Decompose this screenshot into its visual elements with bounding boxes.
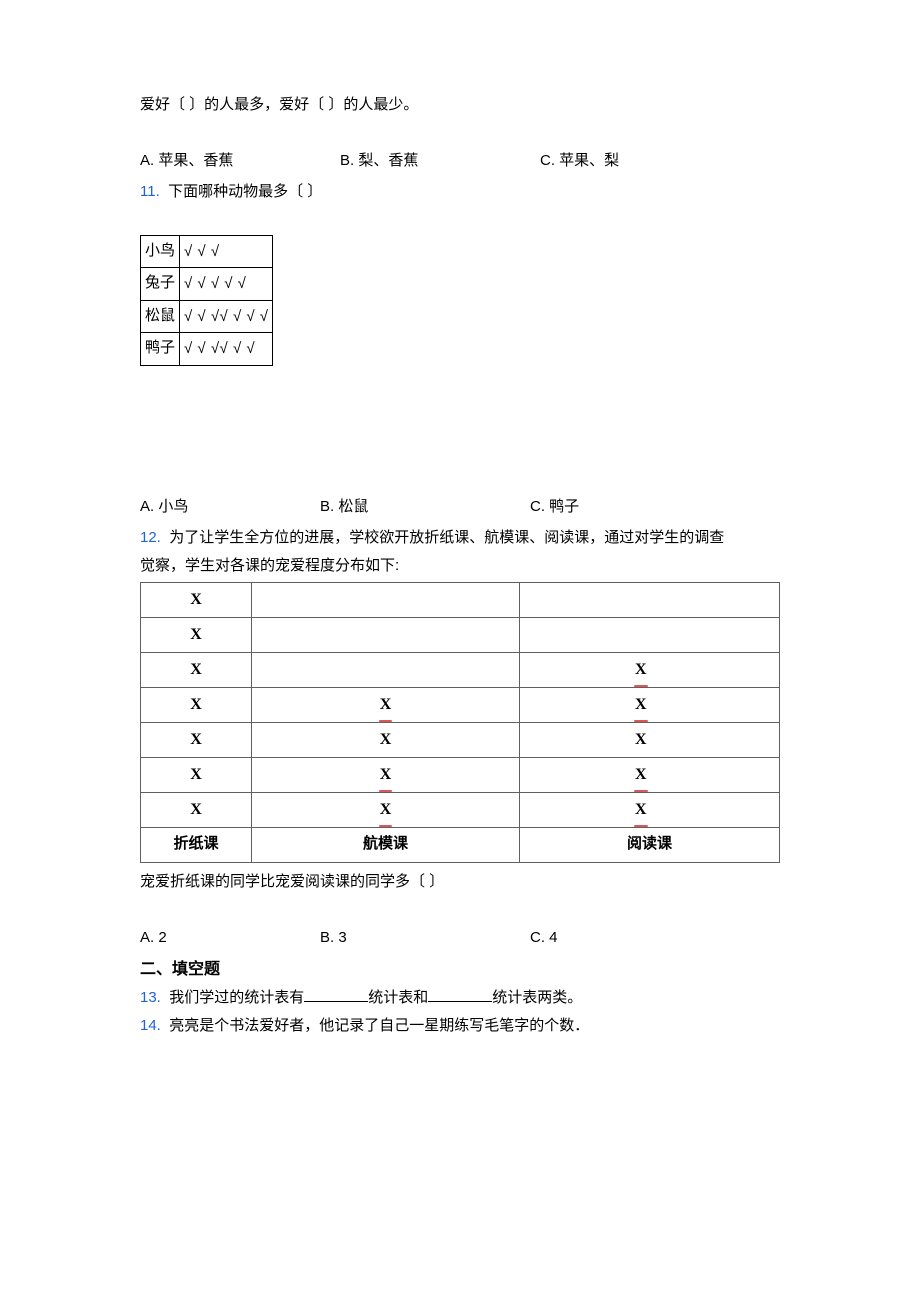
q11-table: 小鸟 √ √ √ 兔子 √ √ √ √ √ 松鼠 √ √ √√ √ √ √ 鸭子… [140,235,780,366]
table-row: X [141,618,780,653]
blank-input[interactable] [304,987,368,1002]
x-mark: X [190,696,202,713]
x-mark: X [635,656,647,683]
animal-label: 小鸟 [141,235,180,268]
animal-ticks: √ √ √ [180,235,273,268]
table-row: 折纸课 航模课 阅读课 [141,828,780,863]
q11-line: 11. 下面哪种动物最多〔 〕 [140,179,780,205]
q11-prompt: 下面哪种动物最多〔 〕 [168,183,322,200]
q10-option-b[interactable]: B. 梨、香蕉 [340,148,540,174]
table-row: 小鸟 √ √ √ [141,235,273,268]
table-row: X X X [141,688,780,723]
q12-line1: 12. 为了让学生全方位的进展，学校欲开放折纸课、航模课、阅读课，通过对学生的调… [140,525,780,551]
col-header-zhezhi: 折纸课 [141,828,252,863]
animal-ticks: √ √ √√ √ √ √ [180,300,273,333]
q13-before: 我们学过的统计表有 [169,989,304,1006]
x-mark: X [380,731,392,748]
x-mark: X [190,626,202,643]
blank-input[interactable] [428,987,492,1002]
q12-option-c[interactable]: C. 4 [530,925,710,951]
q13-number: 13. [140,989,161,1006]
q12-text1: 为了让学生全方位的进展，学校欲开放折纸课、航模课、阅读课，通过对学生的调查 [169,529,724,546]
q12-line2: 觉察，学生对各课的宠爱程度分布如下: [140,553,780,579]
section-title-fill: 二、填空题 [140,956,780,983]
x-mark: X [190,801,202,818]
x-mark: X [380,796,392,823]
q12-option-a[interactable]: A. 2 [140,925,320,951]
q11-options: A. 小鸟 B. 松鼠 C. 鸭子 [140,494,780,520]
q10-option-c[interactable]: C. 苹果、梨 [540,148,740,174]
q12-options: A. 2 B. 3 C. 4 [140,925,780,951]
x-mark: X [190,731,202,748]
animal-ticks: √ √ √ √ √ [180,268,273,301]
table-row: X X X [141,758,780,793]
q11-number: 11. [140,183,160,200]
q13-mid: 统计表和 [368,989,428,1006]
table-row: 兔子 √ √ √ √ √ [141,268,273,301]
q12-table: X X X X X X X X X X X X X X [140,582,780,863]
x-mark: X [635,761,647,788]
x-mark: X [190,591,202,608]
table-row: 鸭子 √ √ √√ √ √ [141,333,273,366]
q14-text: 亮亮是个书法爱好者，他记录了自己一星期练写毛笔字的个数． [169,1017,589,1034]
table-row: X [141,583,780,618]
x-mark: X [635,731,647,748]
animal-ticks: √ √ √√ √ √ [180,333,273,366]
x-mark: X [190,661,202,678]
table-row: X X X [141,723,780,758]
q11-option-c[interactable]: C. 鸭子 [530,494,710,520]
table-row: 松鼠 √ √ √√ √ √ √ [141,300,273,333]
q12-number: 12. [140,529,161,546]
animal-label: 鸭子 [141,333,180,366]
q11-option-a[interactable]: A. 小鸟 [140,494,320,520]
x-mark: X [380,761,392,788]
table-row: X X [141,653,780,688]
q12-tail: 宠爱折纸课的同学比宠爱阅读课的同学多〔 〕 [140,869,780,895]
x-mark: X [380,691,392,718]
q12-option-b[interactable]: B. 3 [320,925,530,951]
q10-option-a[interactable]: A. 苹果、香蕉 [140,148,340,174]
q10-options: A. 苹果、香蕉 B. 梨、香蕉 C. 苹果、梨 [140,148,780,174]
table-row: X X X [141,793,780,828]
q14-line: 14. 亮亮是个书法爱好者，他记录了自己一星期练写毛笔字的个数． [140,1013,780,1039]
x-mark: X [635,691,647,718]
x-mark: X [190,766,202,783]
x-mark: X [635,796,647,823]
q13-line: 13. 我们学过的统计表有 统计表和 统计表两类。 [140,985,780,1011]
animal-label: 兔子 [141,268,180,301]
col-header-hangmo: 航模课 [252,828,520,863]
animal-label: 松鼠 [141,300,180,333]
col-header-yuedu: 阅读课 [520,828,780,863]
q13-after: 统计表两类。 [492,989,582,1006]
q14-number: 14. [140,1017,161,1034]
q10-line: 爱好〔 〕的人最多，爱好〔 〕的人最少。 [140,92,780,118]
q11-option-b[interactable]: B. 松鼠 [320,494,530,520]
